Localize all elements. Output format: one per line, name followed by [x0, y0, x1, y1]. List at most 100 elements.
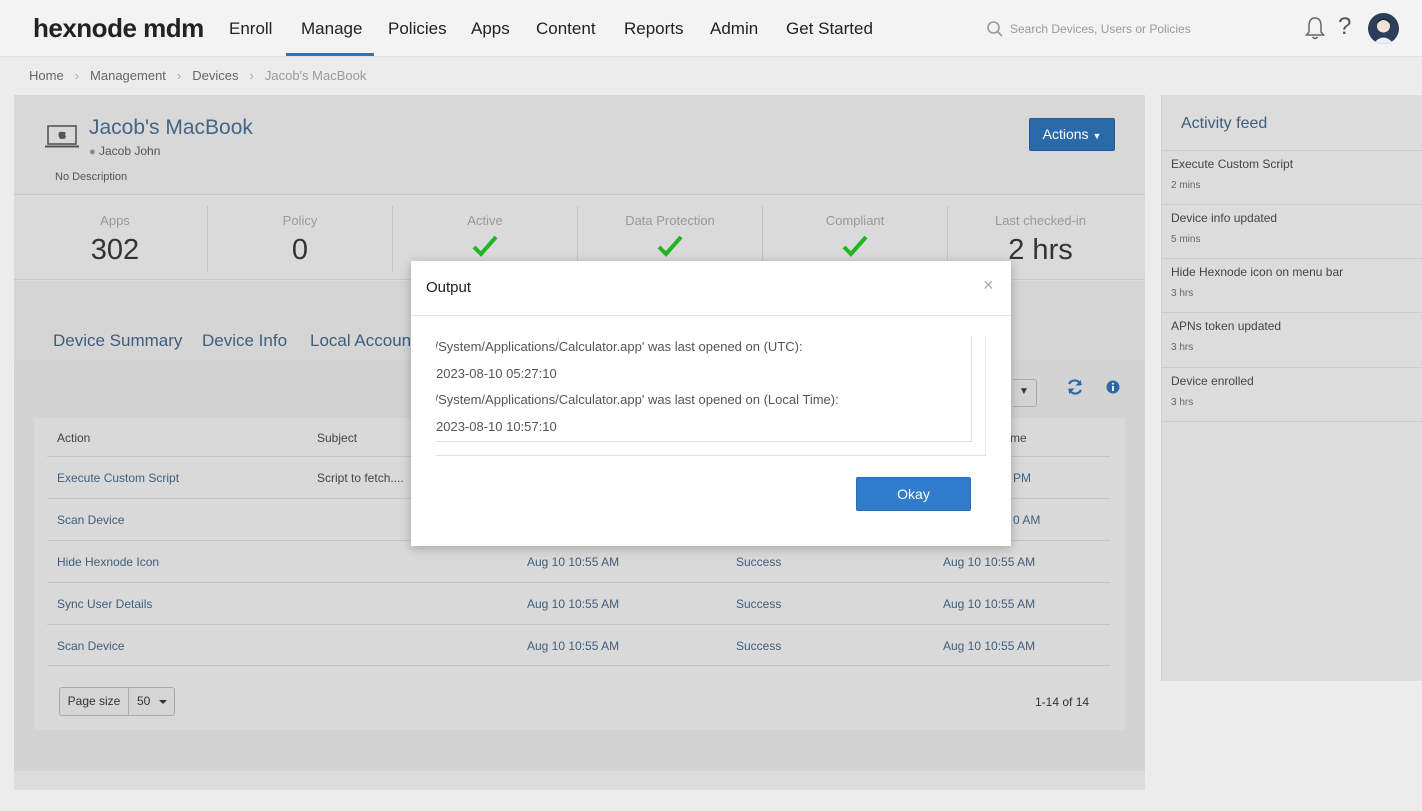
feed-item-time: 3 hrs	[1171, 288, 1194, 299]
feed-item[interactable]: APNs token updated 3 hrs	[1162, 312, 1422, 367]
column-header-time[interactable]: me	[1010, 431, 1027, 445]
stat-value: 302	[90, 234, 140, 266]
stat-value: 0	[291, 234, 309, 266]
feed-item-time: 3 hrs	[1171, 397, 1194, 408]
tab-device-info[interactable]: Device Info	[202, 331, 287, 351]
script-output-box[interactable]: '/System/Applications/Calculator.app' wa…	[436, 336, 986, 456]
breadcrumb: Home › Management › Devices › Jacob's MacBook	[29, 68, 366, 83]
checkmark-icon	[842, 235, 868, 257]
active-nav-indicator	[286, 53, 374, 56]
cell-time: Aug 10 10:55 AM	[943, 597, 1036, 611]
activity-feed-title: Activity feed	[1181, 115, 1268, 132]
stat-label: Last checked-in	[994, 213, 1087, 228]
cell-time: Aug 10 10:55 AM	[527, 555, 620, 569]
feed-item-text: Device info updated	[1171, 211, 1278, 225]
hexnode-logo[interactable]: hexnode mdm	[33, 13, 204, 44]
filter-select[interactable]: ▼	[1013, 379, 1037, 407]
feed-item-text: Device enrolled	[1171, 374, 1254, 388]
nav-manage[interactable]: Manage	[301, 19, 362, 39]
search-icon	[987, 21, 1003, 37]
cell-action[interactable]: Scan Device	[57, 639, 124, 653]
stat-label: Active	[467, 213, 503, 228]
feed-item[interactable]: Device enrolled 3 hrs	[1162, 367, 1422, 422]
device-owner-name[interactable]: Jacob John	[99, 144, 160, 158]
column-header-action[interactable]: Action	[57, 431, 90, 445]
user-avatar[interactable]	[1368, 13, 1399, 44]
nav-content[interactable]: Content	[536, 19, 596, 39]
cell-time: Aug 10 10:55 AM	[527, 597, 620, 611]
help-icon[interactable]: ?	[1338, 13, 1351, 41]
actions-button[interactable]: Actions ▼	[1029, 118, 1115, 151]
breadcrumb-management[interactable]: Management	[90, 68, 166, 83]
cell-action[interactable]: Sync User Details	[57, 597, 152, 611]
close-icon[interactable]: ×	[983, 275, 994, 296]
modal-divider	[411, 315, 1011, 316]
refresh-icon[interactable]	[1066, 378, 1084, 396]
modal-title: Output	[426, 279, 472, 296]
user-icon: ●	[89, 146, 96, 158]
cell-time: 0 AM	[1013, 513, 1041, 527]
nav-admin[interactable]: Admin	[710, 19, 758, 39]
checkmark-icon	[657, 235, 683, 257]
cell-action[interactable]: Hide Hexnode Icon	[57, 555, 159, 569]
table-row[interactable]: Hide Hexnode Icon Aug 10 10:55 AM Succes…	[47, 540, 1110, 582]
nav-enroll[interactable]: Enroll	[229, 19, 272, 39]
feed-item-text: Execute Custom Script	[1171, 157, 1294, 171]
info-icon[interactable]	[1106, 380, 1120, 394]
script-output-scroll[interactable]: '/System/Applications/Calculator.app' wa…	[436, 336, 972, 442]
table-row[interactable]: Sync User Details Aug 10 10:55 AM Succes…	[47, 582, 1110, 624]
chevron-down-icon: ▼	[1019, 386, 1029, 397]
page-size-value: 50	[137, 694, 151, 708]
avatar-person-icon	[1373, 18, 1394, 44]
activity-feed-panel: Activity feed Execute Custom Script 2 mi…	[1161, 95, 1422, 681]
feed-item[interactable]: Hide Hexnode icon on menu bar 3 hrs	[1162, 258, 1422, 313]
caret-down-icon: ▼	[1092, 131, 1102, 141]
stat-apps[interactable]: Apps 302	[23, 206, 208, 272]
device-header: Jacob's MacBook ● Jacob John No Descript…	[14, 95, 1145, 195]
laptop-apple-icon	[45, 125, 79, 148]
nav-reports[interactable]: Reports	[624, 19, 684, 39]
cell-action[interactable]: Execute Custom Script	[57, 471, 179, 485]
nav-apps[interactable]: Apps	[471, 19, 510, 39]
cell-action[interactable]: Scan Device	[57, 513, 124, 527]
okay-button[interactable]: Okay	[856, 477, 971, 511]
nav-get-started[interactable]: Get Started	[786, 19, 873, 39]
cell-status: Success	[736, 639, 782, 653]
bell-icon[interactable]	[1304, 15, 1326, 41]
checkmark-icon	[472, 235, 498, 257]
search-input[interactable]	[1010, 18, 1250, 40]
feed-item-time: 5 mins	[1171, 234, 1201, 245]
actions-label: Actions	[1042, 126, 1089, 142]
tab-device-summary[interactable]: Device Summary	[53, 331, 182, 351]
nav-policies[interactable]: Policies	[388, 19, 447, 39]
output-line: '/System/Applications/Calculator.app' wa…	[436, 392, 839, 407]
cell-time: PM	[1013, 471, 1031, 485]
breadcrumb-current: Jacob's MacBook	[264, 68, 367, 83]
cell-time: Aug 10 10:55 AM	[527, 639, 620, 653]
table-row[interactable]: Scan Device Aug 10 10:55 AM Success Aug …	[47, 624, 1110, 666]
column-header-subject[interactable]: Subject	[317, 431, 357, 445]
cell-subject[interactable]: Script to fetch....	[317, 471, 404, 485]
feed-item[interactable]: Device info updated 5 mins	[1162, 204, 1422, 259]
stat-label: Apps	[100, 213, 130, 228]
feed-item-time: 2 mins	[1171, 180, 1201, 191]
output-line: 2023-08-10 05:27:10	[436, 366, 557, 381]
output-line: 2023-08-10 10:57:10	[436, 419, 557, 434]
feed-item[interactable]: Execute Custom Script 2 mins	[1162, 150, 1422, 205]
device-name: Jacob's MacBook	[89, 116, 253, 139]
output-modal: Output × '/System/Applications/Calculato…	[411, 261, 1011, 546]
cell-time: Aug 10 10:55 AM	[943, 555, 1036, 569]
stat-policy[interactable]: Policy 0	[208, 206, 393, 272]
cell-status: Success	[736, 597, 782, 611]
device-owner: ● Jacob John	[89, 144, 160, 158]
tab-local-accounts[interactable]: Local Accounts	[310, 331, 424, 351]
cell-status: Success	[736, 555, 782, 569]
caret-down-icon	[159, 700, 167, 704]
stat-label: Data Protection	[625, 213, 715, 228]
feed-item-time: 3 hrs	[1171, 342, 1194, 353]
page-size-select[interactable]: Page size 50	[59, 687, 175, 716]
chevron-right-icon: ›	[176, 68, 182, 83]
breadcrumb-devices[interactable]: Devices	[192, 68, 238, 83]
breadcrumb-home[interactable]: Home	[29, 68, 64, 83]
output-line: '/System/Applications/Calculator.app' wa…	[436, 339, 803, 354]
